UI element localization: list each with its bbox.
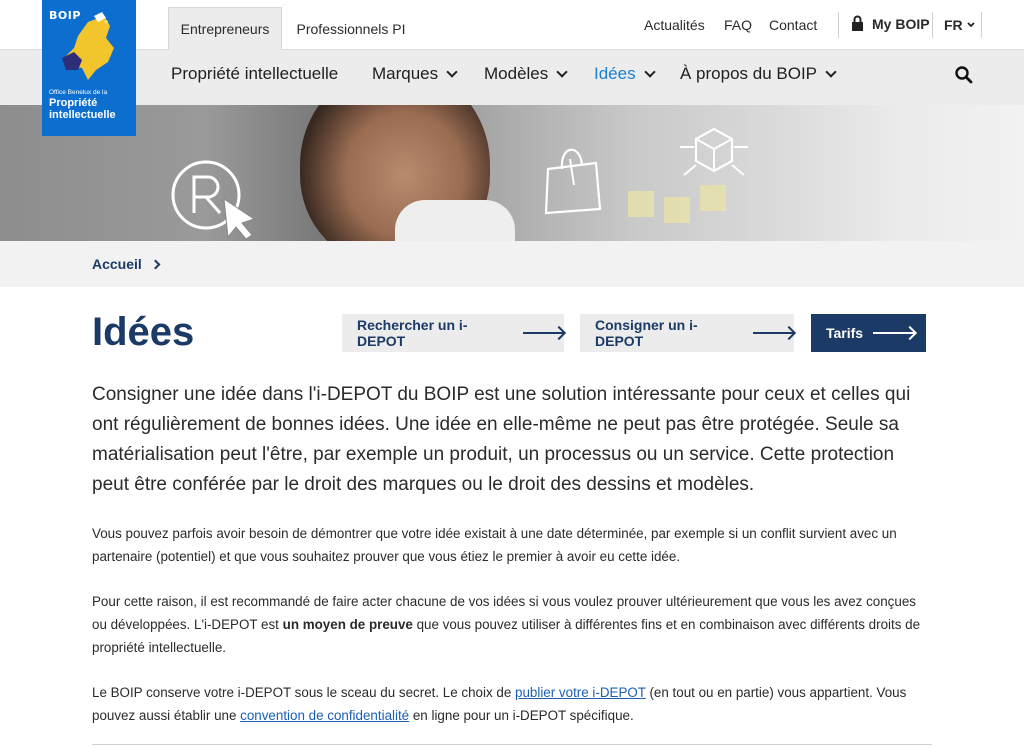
paragraph: Pour cette raison, il est recommandé de … <box>92 590 932 659</box>
search-idepot-button[interactable]: Rechercher un i-DEPOT <box>342 314 564 352</box>
main-navigation: Propriété intellectuelle Marques Modèles… <box>0 50 1024 105</box>
language-select[interactable]: FR <box>944 17 975 33</box>
emphasis-text: un moyen de preuve <box>282 617 413 632</box>
package-design-icon <box>680 127 748 176</box>
boip-logo[interactable]: BOIP Office Benelux de la Propriété inte… <box>42 0 136 136</box>
logo-office-line: Office Benelux de la <box>49 89 108 96</box>
consign-idepot-button[interactable]: Consigner un i-DEPOT <box>580 314 794 352</box>
hero-photo-shirt <box>395 200 515 241</box>
nav-a-propos[interactable]: À propos du BOIP <box>680 64 837 84</box>
nav-label: À propos du BOIP <box>680 64 818 83</box>
arrow-right-icon <box>752 332 794 334</box>
paragraph-text: en ligne pour un i-DEPOT spécifique. <box>409 708 634 723</box>
nav-label: Modèles <box>484 64 549 83</box>
logo-name-line2: intellectuelle <box>49 109 116 121</box>
tarifs-button[interactable]: Tarifs <box>811 314 926 352</box>
chevron-right-icon <box>150 259 161 269</box>
nav-label: Marques <box>372 64 439 83</box>
publish-idepot-link[interactable]: publier votre i-DEPOT <box>515 685 646 700</box>
tab-entrepreneurs[interactable]: Entrepreneurs <box>168 7 282 50</box>
language-label: FR <box>944 17 963 33</box>
divider <box>981 12 982 38</box>
divider <box>92 744 932 745</box>
lock-icon <box>852 15 863 31</box>
logo-name: Propriété intellectuelle <box>49 97 116 121</box>
breadcrumb: Accueil <box>0 241 1024 287</box>
my-boip-label: My BOIP <box>872 15 930 32</box>
button-label: Rechercher un i-DEPOT <box>357 317 468 349</box>
arrow-right-icon <box>873 332 916 334</box>
link-faq[interactable]: FAQ <box>724 17 752 33</box>
paragraph: Vous pouvez parfois avoir besoin de démo… <box>92 526 897 564</box>
nav-label: Propriété intellectuelle <box>171 64 339 83</box>
nav-modeles[interactable]: Modèles <box>484 64 568 84</box>
chevron-down-icon <box>825 65 837 78</box>
chevron-down-icon <box>967 22 975 28</box>
button-label: Consigner un i-DEPOT <box>595 317 698 349</box>
tab-professionnels-pi[interactable]: Professionnels PI <box>290 7 412 50</box>
chevron-down-icon <box>643 65 656 78</box>
chevron-down-icon <box>556 65 568 78</box>
top-bar: Entrepreneurs Professionnels PI Actualit… <box>0 0 1024 50</box>
hero-banner <box>0 105 1024 241</box>
intro-paragraph: Consigner une idée dans l'i-DEPOT du BOI… <box>92 384 911 495</box>
confidentiality-agreement-link[interactable]: convention de confidentialité <box>240 708 409 723</box>
search-icon[interactable] <box>955 66 973 84</box>
paragraph: Le BOIP conserve votre i-DEPOT sous le s… <box>92 681 932 727</box>
link-actualites[interactable]: Actualités <box>644 17 705 33</box>
breadcrumb-label: Accueil <box>92 256 142 272</box>
benelux-map-icon <box>62 12 114 80</box>
divider <box>838 12 839 38</box>
nav-idees[interactable]: Idées <box>594 64 656 84</box>
shopping-bag-icon <box>544 148 602 215</box>
button-label: Tarifs <box>826 325 864 341</box>
page-title: Idées <box>92 310 195 354</box>
sticky-note <box>628 191 654 217</box>
sticky-note <box>664 197 690 223</box>
link-contact[interactable]: Contact <box>769 17 817 33</box>
chevron-down-icon <box>446 65 458 78</box>
nav-label: Idées <box>594 64 636 83</box>
registered-trademark-icon <box>171 160 256 240</box>
my-boip-button[interactable]: My BOIP <box>851 15 930 32</box>
sticky-note <box>700 185 726 211</box>
logo-name-line1: Propriété <box>49 97 98 109</box>
nav-marques[interactable]: Marques <box>372 64 458 84</box>
breadcrumb-item-accueil[interactable]: Accueil <box>92 256 161 272</box>
divider <box>932 12 933 38</box>
nav-propriete-intellectuelle[interactable]: Propriété intellectuelle <box>171 64 338 84</box>
paragraph-text: Le BOIP conserve votre i-DEPOT sous le s… <box>92 685 516 700</box>
arrow-right-icon <box>522 332 564 334</box>
